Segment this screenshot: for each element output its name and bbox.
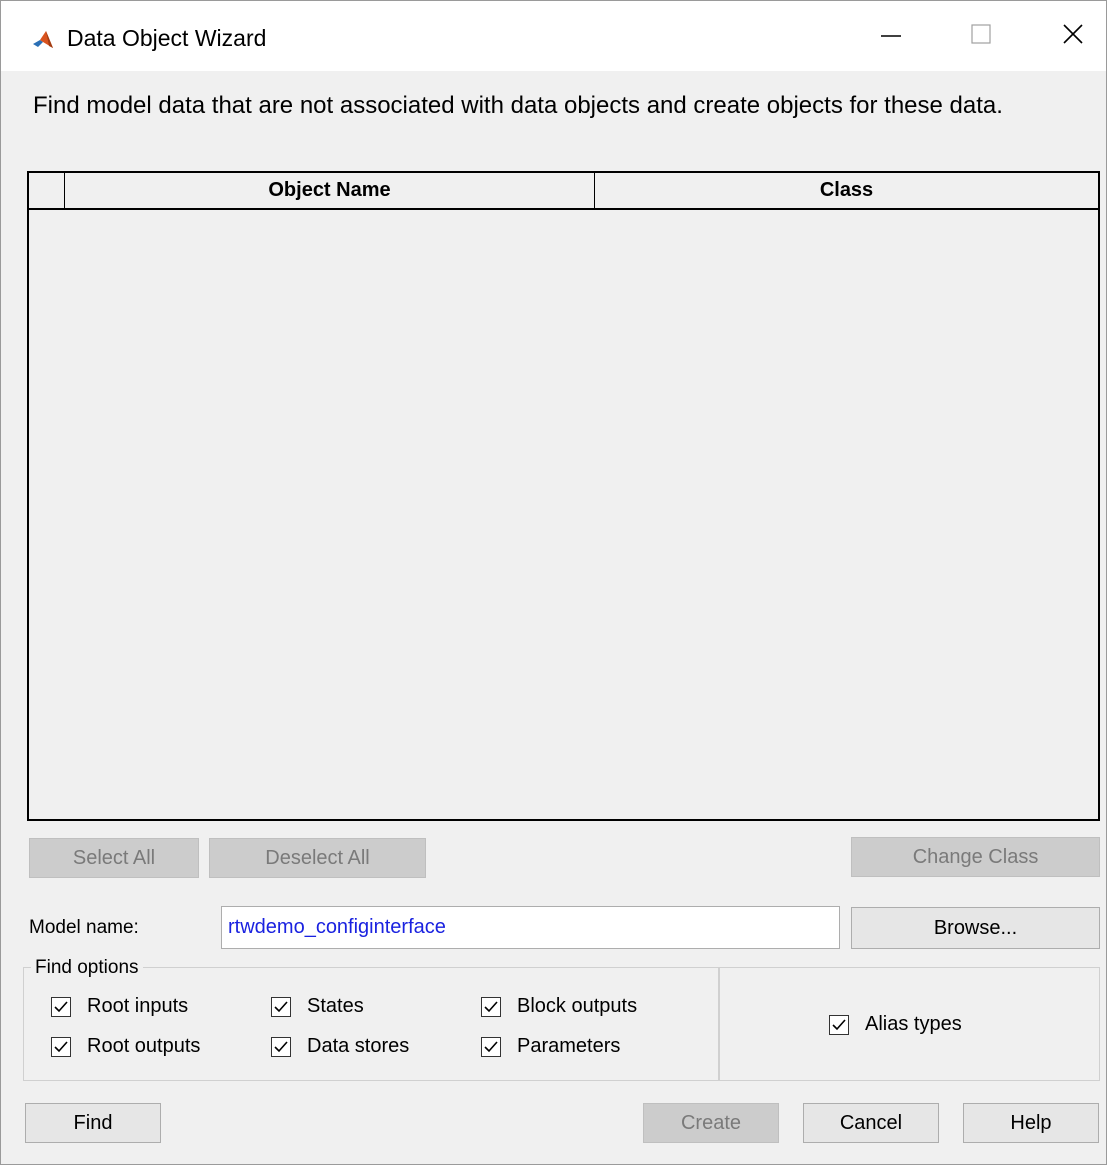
find-options-legend: Find options	[31, 957, 143, 979]
deselect-all-button[interactable]: Deselect All	[209, 838, 426, 878]
find-options-group	[23, 967, 719, 1081]
window-title: Data Object Wizard	[67, 25, 267, 51]
checkmark-icon	[271, 996, 291, 1017]
description-text: Find model data that are not associated …	[33, 92, 1003, 119]
table-header: Object Name Class	[29, 173, 1098, 210]
minimize-icon	[879, 22, 903, 51]
change-class-button[interactable]: Change Class	[851, 837, 1100, 877]
checkmark-icon	[51, 996, 71, 1017]
help-button[interactable]: Help	[963, 1103, 1099, 1143]
alias-types-checkbox[interactable]: Alias types	[829, 1013, 962, 1036]
states-label: States	[307, 995, 364, 1017]
root-outputs-label: Root outputs	[87, 1035, 201, 1057]
browse-button[interactable]: Browse...	[851, 907, 1100, 949]
model-name-field[interactable]: rtwdemo_configinterface	[221, 906, 840, 949]
maximize-icon	[969, 22, 993, 51]
data-objects-table[interactable]: Object Name Class	[27, 171, 1100, 821]
model-name-label: Model name:	[29, 917, 139, 938]
select-all-button[interactable]: Select All	[29, 838, 199, 878]
root-inputs-label: Root inputs	[87, 995, 189, 1017]
checkmark-icon	[829, 1014, 849, 1035]
checkmark-icon	[481, 1036, 501, 1057]
data-stores-checkbox[interactable]: Data stores	[271, 1035, 409, 1058]
matlab-logo-icon	[31, 28, 55, 52]
close-button[interactable]	[1043, 11, 1103, 61]
block-outputs-checkbox[interactable]: Block outputs	[481, 995, 637, 1018]
maximize-button[interactable]	[951, 11, 1011, 61]
column-header-object-name[interactable]: Object Name	[65, 173, 595, 208]
column-header-select[interactable]	[29, 173, 65, 208]
create-button[interactable]: Create	[643, 1103, 779, 1143]
alias-types-label: Alias types	[865, 1013, 962, 1035]
data-stores-label: Data stores	[307, 1035, 410, 1057]
root-inputs-checkbox[interactable]: Root inputs	[51, 995, 188, 1018]
block-outputs-label: Block outputs	[517, 995, 638, 1017]
checkmark-icon	[51, 1036, 71, 1057]
title-bar: Data Object Wizard	[1, 1, 1106, 71]
parameters-label: Parameters	[517, 1035, 621, 1057]
states-checkbox[interactable]: States	[271, 995, 364, 1018]
minimize-button[interactable]	[861, 11, 921, 61]
checkmark-icon	[271, 1036, 291, 1057]
data-object-wizard-window: Data Object Wizard Find model data that …	[0, 0, 1107, 1165]
parameters-checkbox[interactable]: Parameters	[481, 1035, 620, 1058]
cancel-button[interactable]: Cancel	[803, 1103, 939, 1143]
find-button[interactable]: Find	[25, 1103, 161, 1143]
root-outputs-checkbox[interactable]: Root outputs	[51, 1035, 200, 1058]
column-header-class[interactable]: Class	[595, 173, 1098, 208]
checkmark-icon	[481, 996, 501, 1017]
close-icon	[1061, 22, 1085, 51]
